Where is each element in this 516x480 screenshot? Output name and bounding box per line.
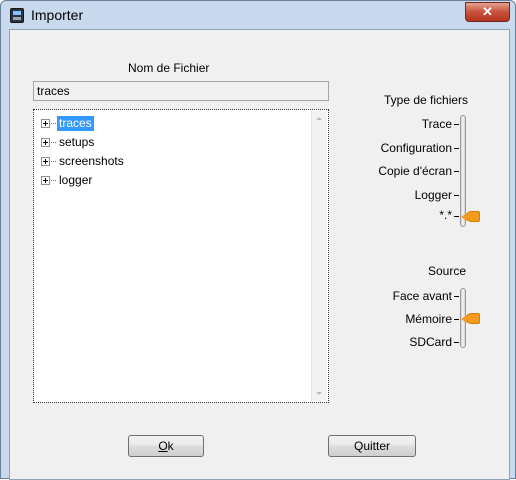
file-type-option-trace[interactable]: Trace xyxy=(422,117,452,131)
tick-mark xyxy=(454,216,459,217)
expand-icon[interactable] xyxy=(41,119,50,128)
quit-button[interactable]: Quitter xyxy=(328,435,416,457)
source-option-memory[interactable]: Mémoire xyxy=(405,312,452,326)
file-type-slider-thumb[interactable] xyxy=(461,211,480,222)
source-option-front-panel[interactable]: Face avant xyxy=(393,289,452,303)
scroll-up-icon[interactable] xyxy=(316,117,322,120)
close-button[interactable]: ✕ xyxy=(465,2,510,22)
expand-icon[interactable] xyxy=(41,157,50,166)
tree-connector xyxy=(51,142,56,143)
source-label: Source xyxy=(428,264,467,278)
tree-connector xyxy=(51,161,56,162)
source-option-sdcard[interactable]: SDCard xyxy=(409,335,452,349)
file-type-option-logger[interactable]: Logger xyxy=(415,188,452,202)
ok-button[interactable]: Ok xyxy=(128,435,204,457)
file-type-option-screenshot[interactable]: Copie d'écran xyxy=(378,164,452,178)
scroll-down-icon[interactable] xyxy=(316,392,322,395)
source-slider-thumb[interactable] xyxy=(461,313,480,324)
tree-item-label: screenshots xyxy=(59,154,124,168)
tick-mark xyxy=(454,342,459,343)
tick-mark xyxy=(454,148,459,149)
expand-icon[interactable] xyxy=(41,176,50,185)
filename-label: Nom de Fichier xyxy=(128,61,210,75)
folder-tree[interactable]: traces setups screenshots logger xyxy=(33,109,329,403)
file-type-option-configuration[interactable]: Configuration xyxy=(381,141,452,155)
tick-mark xyxy=(454,195,459,196)
close-icon: ✕ xyxy=(482,4,493,19)
tick-mark xyxy=(454,296,459,297)
dialog-body: Nom de Fichier traces setups screenshots xyxy=(9,29,510,480)
importer-window: Importer ✕ Nom de Fichier traces setups xyxy=(0,0,516,480)
tick-mark xyxy=(454,124,459,125)
tree-connector xyxy=(51,123,56,124)
filename-input[interactable] xyxy=(33,81,329,101)
file-type-option-all[interactable]: *.* xyxy=(439,208,452,222)
tree-item-label: setups xyxy=(59,135,95,149)
tick-mark xyxy=(454,171,459,172)
title-bar[interactable]: Importer ✕ xyxy=(1,1,515,29)
window-title: Importer xyxy=(31,7,84,23)
file-type-label: Type de fichiers xyxy=(384,93,469,107)
tree-item-label: logger xyxy=(59,173,93,187)
tree-item-label: traces xyxy=(57,116,94,131)
tree-connector xyxy=(51,180,56,181)
tree-scrollbar[interactable] xyxy=(311,111,327,401)
ok-rest: k xyxy=(167,439,174,453)
ok-mnemonic: O xyxy=(158,439,168,453)
file-type-slider-track[interactable] xyxy=(460,115,466,227)
app-icon xyxy=(10,8,24,23)
expand-icon[interactable] xyxy=(41,138,50,147)
tick-mark xyxy=(454,319,459,320)
tree-list: traces setups screenshots logger xyxy=(35,111,315,401)
